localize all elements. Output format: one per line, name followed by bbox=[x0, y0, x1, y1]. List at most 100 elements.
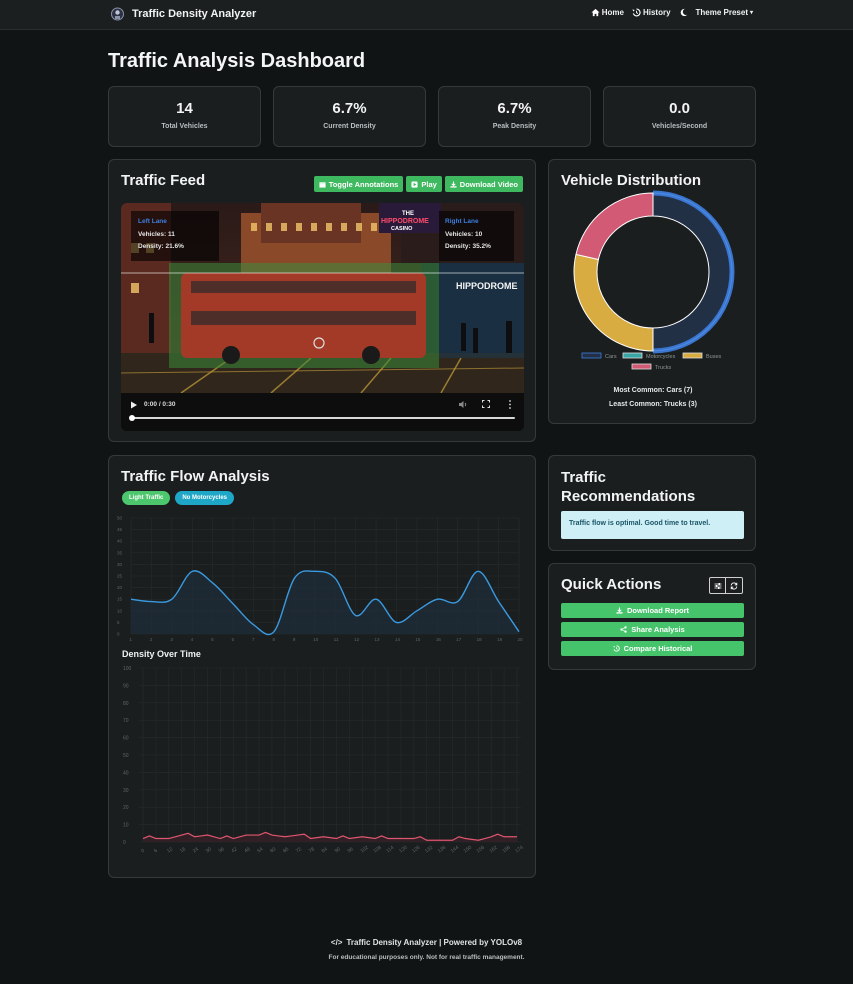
flow-ytick-label: 40 bbox=[117, 539, 123, 544]
density-xtick-label: 42 bbox=[230, 846, 238, 854]
legend-label-cars: Cars bbox=[605, 354, 617, 360]
brand[interactable]: Traffic Density Analyzer bbox=[110, 5, 256, 23]
stat-value: 6.7% bbox=[497, 100, 532, 117]
compare-historical-label: Compare Historical bbox=[623, 644, 693, 653]
density-xtick-label: 18 bbox=[179, 846, 187, 854]
density-ytick-label: 20 bbox=[123, 805, 129, 811]
share-analysis-button[interactable]: Share Analysis bbox=[561, 622, 744, 637]
flow-xtick-label: 8 bbox=[272, 637, 275, 642]
flow-xtick-label: 9 bbox=[293, 637, 296, 642]
stat-value: 6.7% bbox=[332, 100, 367, 117]
quick-actions-card: Quick Actions Download Report Share Anal… bbox=[548, 563, 756, 670]
density-xtick-label: 48 bbox=[243, 846, 251, 854]
density-xtick-label: 84 bbox=[321, 846, 329, 854]
right-lane-name: Right Lane bbox=[445, 218, 479, 225]
video-play-icon[interactable] bbox=[130, 401, 138, 409]
play-label: Play bbox=[421, 179, 437, 189]
dark-mode-toggle[interactable] bbox=[679, 8, 688, 17]
download-icon bbox=[450, 180, 457, 188]
stat-value: 0.0 bbox=[669, 100, 690, 117]
settings-sliders-button[interactable] bbox=[710, 578, 726, 593]
right-lane-density: Density: 35.2% bbox=[445, 243, 491, 250]
density-ytick-label: 100 bbox=[123, 666, 132, 672]
toggle-annotations-button[interactable]: Toggle Annotations bbox=[313, 176, 404, 192]
density-over-time-chart: 01020304050607080901000 6 12 18 24 30 36 42 48 54… bbox=[123, 666, 525, 855]
video-progress-thumb[interactable] bbox=[129, 415, 135, 421]
play-button[interactable]: Play bbox=[406, 176, 442, 192]
density-xtick-label: 168 bbox=[501, 845, 511, 855]
video-progress-track[interactable] bbox=[131, 417, 515, 419]
density-xtick-label: 54 bbox=[256, 846, 264, 854]
play-icon bbox=[411, 180, 418, 188]
theme-preset-dropdown[interactable]: Theme Preset ▾ bbox=[696, 8, 753, 17]
donut-slice-trucks bbox=[575, 192, 654, 261]
flow-xtick-label: 1 bbox=[130, 637, 133, 642]
sign-the: THE bbox=[402, 211, 414, 217]
flow-ytick-label: 10 bbox=[117, 608, 123, 613]
stat-vehicles-per-second: 0.0 Vehicles/Second bbox=[603, 86, 756, 147]
caret-down-icon: ▾ bbox=[749, 10, 753, 16]
flow-ytick-label: 35 bbox=[117, 550, 123, 555]
density-xtick-label: 12 bbox=[166, 846, 174, 854]
share-icon bbox=[620, 626, 627, 633]
legend-swatch-motorcycles bbox=[622, 352, 643, 359]
download-video-button[interactable]: Download Video bbox=[444, 176, 523, 192]
left-lane-vehicles: Vehicles: 11 bbox=[138, 230, 175, 238]
left-lane-info: Left Lane Vehicles: 11 Density: 21.6% bbox=[138, 216, 184, 254]
density-xtick-label: 120 bbox=[398, 845, 408, 855]
flow-xtick-label: 11 bbox=[334, 637, 339, 642]
flow-ytick-label: 0 bbox=[117, 632, 120, 637]
density-ytick-label: 70 bbox=[123, 718, 129, 724]
density-xtick-label: 174 bbox=[514, 845, 524, 855]
nav-history[interactable]: History bbox=[632, 8, 671, 17]
recommendations-title-line2: Recommendations bbox=[561, 488, 696, 505]
flow-xtick-label: 6 bbox=[232, 637, 235, 642]
volume-icon[interactable] bbox=[458, 400, 467, 409]
donut-slice-buses bbox=[573, 253, 654, 352]
traffic-flow-title: Traffic Flow Analysis bbox=[121, 468, 270, 485]
flow-xtick-label: 12 bbox=[354, 637, 360, 642]
fullscreen-icon[interactable] bbox=[482, 400, 490, 408]
right-lane-info: Right Lane Vehicles: 10 Density: 35.2% bbox=[445, 216, 491, 254]
density-xtick-label: 156 bbox=[476, 845, 486, 855]
density-xtick-label: 132 bbox=[424, 845, 434, 855]
nav-home[interactable]: Home bbox=[591, 8, 624, 17]
stat-value: 14 bbox=[176, 100, 193, 117]
density-xtick-label: 150 bbox=[463, 845, 473, 855]
flow-ytick-label: 25 bbox=[117, 574, 123, 579]
history-icon bbox=[632, 8, 641, 17]
moon-icon bbox=[680, 8, 687, 17]
traffic-video-player[interactable]: THE HIPPODROME CASINO HIPPODROME Left La… bbox=[121, 203, 524, 431]
legend-label-buses: Buses bbox=[706, 354, 722, 360]
recommendation-alert: Traffic flow is optimal. Good time to tr… bbox=[561, 511, 744, 539]
flow-xtick-label: 17 bbox=[456, 637, 462, 642]
right-lane-vehicles: Vehicles: 10 bbox=[445, 230, 483, 238]
footer-disclaimer: For educational purposes only. Not for r… bbox=[328, 954, 525, 961]
flow-xtick-label: 7 bbox=[252, 637, 255, 642]
density-xtick-label: 24 bbox=[192, 846, 200, 854]
sign-hippodrome: HIPPODROME bbox=[381, 218, 429, 225]
stat-label: Total Vehicles bbox=[161, 123, 208, 130]
stat-label: Current Density bbox=[323, 123, 376, 130]
flow-ytick-label: 15 bbox=[117, 597, 123, 602]
download-report-button[interactable]: Download Report bbox=[561, 603, 744, 618]
stat-total-vehicles: 14 Total Vehicles bbox=[108, 86, 261, 147]
more-options-icon[interactable] bbox=[508, 400, 512, 409]
left-lane-density: Density: 21.6% bbox=[138, 243, 184, 250]
no-motorcycles-badge: No Motorcycles bbox=[175, 491, 235, 505]
recommendations-title-line1: Traffic bbox=[561, 469, 607, 486]
theme-preset-label: Theme Preset bbox=[695, 8, 748, 17]
density-over-time-title: Density Over Time bbox=[122, 649, 201, 659]
refresh-button[interactable] bbox=[726, 578, 742, 593]
flow-xtick-label: 3 bbox=[170, 637, 173, 642]
flow-area-fill bbox=[131, 570, 519, 635]
share-analysis-label: Share Analysis bbox=[631, 625, 685, 634]
download-icon bbox=[616, 607, 623, 614]
density-xtick-label: 6 bbox=[153, 848, 159, 855]
legend-label-trucks: Trucks bbox=[655, 365, 672, 371]
flow-ytick-label: 20 bbox=[117, 585, 123, 590]
toggle-annotations-label: Toggle Annotations bbox=[328, 179, 399, 189]
download-video-label: Download Video bbox=[459, 179, 518, 189]
compare-historical-button[interactable]: Compare Historical bbox=[561, 641, 744, 656]
footer: </> Traffic Density Analyzer | Powered b… bbox=[0, 938, 853, 961]
